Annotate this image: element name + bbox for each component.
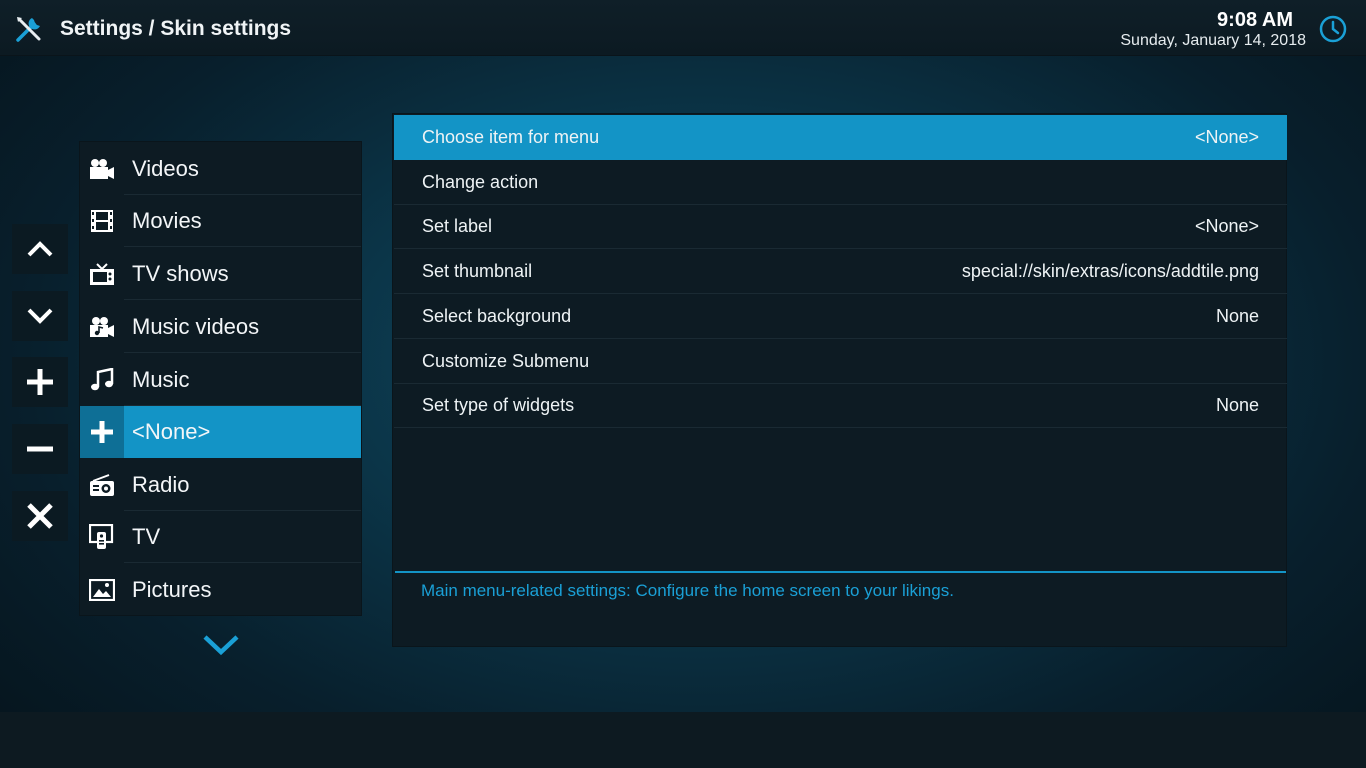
clock-date: Sunday, January 14, 2018	[1120, 32, 1306, 49]
setting-label: Set label	[422, 216, 493, 236]
music-note-icon	[91, 368, 114, 391]
menu-item-label: Movies	[132, 208, 202, 233]
setting-value: None	[1215, 395, 1259, 415]
setting-set-label[interactable]: Set label <None>	[394, 204, 1287, 249]
menu-item-radio[interactable]: Radio	[80, 459, 361, 511]
close-icon	[27, 503, 53, 529]
setting-label: Choose item for menu	[422, 127, 600, 147]
reset-button[interactable]	[12, 491, 68, 541]
setting-label: Set type of widgets	[422, 395, 575, 415]
music-video-icon	[90, 317, 114, 337]
clock-icon	[1319, 15, 1347, 43]
setting-label: Change action	[422, 172, 539, 192]
setting-widget-type[interactable]: Set type of widgets None	[394, 383, 1287, 428]
clock-time: 9:08 AM	[1217, 9, 1293, 31]
setting-change-action[interactable]: Change action	[394, 160, 1287, 205]
menu-item-label: Videos	[132, 156, 199, 181]
settings-panel: Choose item for menu <None> Change actio…	[392, 113, 1287, 647]
setting-set-thumbnail[interactable]: Set thumbnail special://skin/extras/icon…	[394, 249, 1287, 294]
add-button[interactable]	[12, 357, 68, 407]
setting-value: <None>	[1194, 127, 1259, 147]
minus-icon	[27, 446, 53, 452]
film-strip-icon	[91, 210, 113, 232]
plus-icon	[27, 369, 53, 395]
menu-item-label: Radio	[132, 472, 190, 497]
description-divider	[395, 571, 1286, 573]
settings-tools-icon[interactable]	[14, 14, 44, 44]
setting-value: <None>	[1194, 216, 1259, 236]
header-bar: Settings / Skin settings 9:08 AM Sunday,…	[0, 0, 1366, 56]
setting-description: Main menu-related settings: Configure th…	[421, 581, 954, 600]
remove-button[interactable]	[12, 424, 68, 474]
plus-icon	[91, 421, 113, 443]
menu-item-label: TV shows	[132, 261, 229, 286]
menu-item-music-videos[interactable]: Music videos	[80, 301, 361, 353]
menu-item-pictures[interactable]: Pictures	[80, 564, 361, 616]
page-title: Settings / Skin settings	[60, 17, 292, 40]
setting-customize-submenu[interactable]: Customize Submenu	[394, 339, 1287, 384]
setting-choose-item[interactable]: Choose item for menu <None>	[394, 115, 1287, 160]
setting-select-background[interactable]: Select background None	[394, 294, 1287, 339]
tv-icon	[90, 263, 114, 285]
menu-item-videos[interactable]: Videos	[80, 143, 361, 195]
menu-item-label: TV	[132, 524, 161, 549]
menu-item-music[interactable]: Music	[80, 354, 361, 406]
menu-item-movies[interactable]: Movies	[80, 195, 361, 247]
setting-value: special://skin/extras/icons/addtile.png	[961, 261, 1259, 281]
setting-value: None	[1215, 306, 1259, 326]
menu-item-label: Pictures	[132, 577, 212, 602]
live-tv-icon	[89, 524, 114, 549]
menu-item-label: Music	[132, 367, 190, 392]
menu-item-tv-shows[interactable]: TV shows	[80, 248, 361, 300]
menu-item-none-selected[interactable]: <None>	[80, 406, 361, 458]
scroll-down-chevron-icon[interactable]	[202, 634, 240, 656]
chevron-up-icon	[27, 241, 53, 257]
menu-item-label: Music videos	[132, 314, 260, 339]
menu-item-tv[interactable]: TV	[80, 511, 361, 563]
picture-icon	[89, 579, 115, 601]
main-menu-list: Videos Movies TV shows Music videos Musi…	[79, 141, 362, 616]
move-down-button[interactable]	[12, 291, 68, 341]
setting-label: Set thumbnail	[422, 261, 533, 281]
chevron-down-icon	[27, 308, 53, 324]
move-up-button[interactable]	[12, 224, 68, 274]
video-camera-icon	[90, 159, 114, 179]
radio-icon	[90, 474, 114, 496]
footer-bar	[0, 712, 1366, 768]
menu-item-label: <None>	[132, 419, 211, 444]
setting-label: Customize Submenu	[422, 351, 590, 371]
setting-label: Select background	[422, 306, 572, 326]
